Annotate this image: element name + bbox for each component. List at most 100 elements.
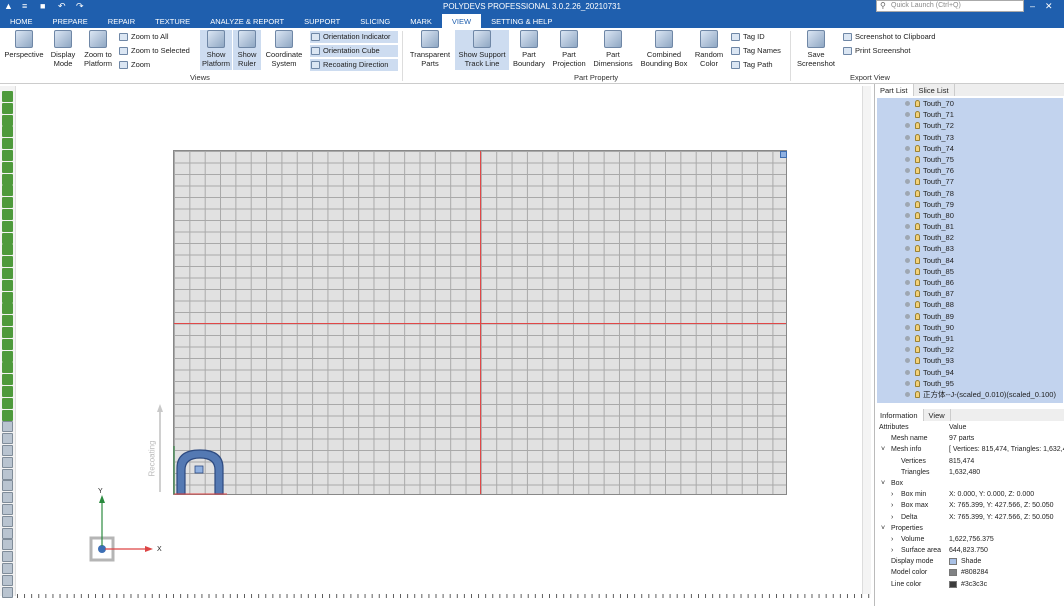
menu-tab-repair[interactable]: REPAIR <box>98 14 145 28</box>
left-tool-icon[interactable] <box>2 539 13 551</box>
screenshot-to-clipboard-button[interactable]: Screenshot to Clipboard <box>842 31 935 43</box>
part-list-item[interactable]: Touth_70 <box>877 98 1063 109</box>
left-tool-icon[interactable] <box>2 480 13 492</box>
visibility-icon[interactable] <box>905 268 910 274</box>
visibility-icon[interactable] <box>905 313 910 319</box>
visibility-icon[interactable] <box>905 179 910 185</box>
part-list-item[interactable]: Touth_83 <box>877 243 1063 254</box>
part-dimensions-button[interactable]: Part Dimensions <box>590 30 636 68</box>
left-tool-icon[interactable] <box>2 291 13 303</box>
menu-tab-texture[interactable]: TEXTURE <box>145 14 200 28</box>
print-screenshot-button[interactable]: Print Screenshot <box>842 45 910 57</box>
visibility-icon[interactable] <box>905 201 910 207</box>
left-tool-icon[interactable] <box>2 256 13 268</box>
visibility-icon[interactable] <box>905 101 910 106</box>
zoom-to-selected-button[interactable]: Zoom to Selected <box>118 45 190 57</box>
info-tab-information[interactable]: Information <box>875 409 924 421</box>
part-list-item[interactable]: Touth_89 <box>877 311 1063 322</box>
visibility-icon[interactable] <box>905 280 910 285</box>
part-list-item[interactable]: Touth_76 <box>877 165 1063 176</box>
part-list-item[interactable]: Touth_78 <box>877 188 1063 199</box>
visibility-icon[interactable] <box>905 246 910 252</box>
coordinate-system-button[interactable]: Coordinate System <box>262 30 306 68</box>
left-tool-icon[interactable] <box>2 220 13 232</box>
left-tool-icon[interactable] <box>2 563 13 574</box>
left-tool-icon[interactable] <box>2 468 13 480</box>
info-tab-view[interactable]: View <box>924 409 951 421</box>
left-tool-icon[interactable] <box>2 126 13 138</box>
display-mode-button[interactable]: Display Mode <box>48 30 78 68</box>
tag-path-button[interactable]: Tag Path <box>730 59 773 71</box>
visibility-icon[interactable] <box>905 380 910 386</box>
visibility-icon[interactable] <box>905 123 910 129</box>
visibility-icon[interactable] <box>905 358 910 364</box>
visibility-icon[interactable] <box>905 235 910 241</box>
part-list-item[interactable]: Touth_91 <box>877 333 1063 344</box>
left-tool-icon[interactable] <box>2 268 13 279</box>
visibility-icon[interactable] <box>905 302 910 308</box>
part-list-item[interactable]: Touth_95 <box>877 378 1063 389</box>
dental-arch-model[interactable] <box>173 446 227 496</box>
left-tool-icon[interactable] <box>2 91 13 102</box>
panel-tab-slice-list[interactable]: Slice List <box>914 84 955 96</box>
zoom-to-platform-button[interactable]: Zoom to Platform <box>80 30 116 68</box>
visibility-icon[interactable] <box>905 391 910 397</box>
expand-icon[interactable]: › <box>891 500 893 511</box>
visibility-icon[interactable] <box>905 212 910 218</box>
expand-icon[interactable]: › <box>891 512 893 523</box>
part-list-item[interactable]: Touth_80 <box>877 210 1063 221</box>
left-tool-icon[interactable] <box>2 551 13 563</box>
recoating-direction-button[interactable]: Recoating Direction <box>310 59 398 71</box>
tag-names-button[interactable]: Tag Names <box>730 45 781 57</box>
part-boundary-button[interactable]: Part Boundary <box>510 30 548 68</box>
left-tool-icon[interactable] <box>2 315 13 327</box>
left-tool-icon[interactable] <box>2 197 13 209</box>
visibility-icon[interactable] <box>905 134 910 140</box>
combined-bounding-box-button[interactable]: Combined Bounding Box <box>638 30 690 68</box>
expand-icon[interactable]: ˅ <box>881 523 885 534</box>
visibility-icon[interactable] <box>905 168 910 174</box>
visibility-icon[interactable] <box>905 257 910 263</box>
expand-icon[interactable]: › <box>891 489 893 500</box>
save-screenshot-button[interactable]: Save Screenshot <box>794 30 838 68</box>
left-tool-icon[interactable] <box>2 232 13 244</box>
visibility-icon[interactable] <box>905 369 910 375</box>
left-tool-icon[interactable] <box>2 279 13 291</box>
part-list-item[interactable]: Touth_86 <box>877 277 1063 288</box>
show-support-track-line-button[interactable]: Show Support Track Line <box>455 30 509 70</box>
part-list-item[interactable]: Touth_88 <box>877 299 1063 310</box>
left-tool-icon[interactable] <box>2 574 13 586</box>
part-list-item[interactable]: Touth_72 <box>877 120 1063 131</box>
menu-tab-analyze-report[interactable]: ANALYZE & REPORT <box>200 14 294 28</box>
left-tool-icon[interactable] <box>2 362 13 374</box>
visibility-icon[interactable] <box>905 145 910 151</box>
random-color-button[interactable]: Random Color <box>692 30 726 68</box>
part-list-item[interactable]: Touth_85 <box>877 266 1063 277</box>
left-tool-icon[interactable] <box>2 386 13 397</box>
left-tool-icon[interactable] <box>2 114 13 126</box>
part-list-item[interactable]: Touth_94 <box>877 367 1063 378</box>
part-list-item[interactable]: Touth_77 <box>877 176 1063 187</box>
orientation-indicator[interactable]: Y X <box>87 486 177 566</box>
part-list-item[interactable]: Touth_82 <box>877 232 1063 243</box>
expand-icon[interactable]: › <box>891 534 893 545</box>
visibility-icon[interactable] <box>905 291 910 297</box>
left-tool-icon[interactable] <box>2 102 13 114</box>
left-tool-icon[interactable] <box>2 209 13 220</box>
perspective-button[interactable]: Perspective <box>2 30 46 59</box>
left-tool-icon[interactable] <box>2 185 13 197</box>
visibility-icon[interactable] <box>905 335 910 341</box>
part-list-item[interactable]: Touth_73 <box>877 132 1063 143</box>
visibility-icon[interactable] <box>905 324 910 330</box>
part-list-item[interactable]: Touth_75 <box>877 154 1063 165</box>
part-list-item[interactable]: 正方体--J-(scaled_0.010)(scaled_0.100) <box>877 389 1063 400</box>
left-tool-icon[interactable] <box>2 515 13 527</box>
left-tool-icon[interactable] <box>2 327 13 338</box>
transparent-parts-button[interactable]: Transparent Parts <box>406 30 454 68</box>
left-tool-icon[interactable] <box>2 421 13 433</box>
left-tool-icon[interactable] <box>2 244 13 256</box>
part-list[interactable]: Touth_70 Touth_71 Touth_72 Touth_73 Touth_74… <box>877 98 1063 403</box>
visibility-icon[interactable] <box>905 156 910 162</box>
left-tool-icon[interactable] <box>2 586 13 598</box>
menu-tab-setting-help[interactable]: SETTING & HELP <box>481 14 562 28</box>
